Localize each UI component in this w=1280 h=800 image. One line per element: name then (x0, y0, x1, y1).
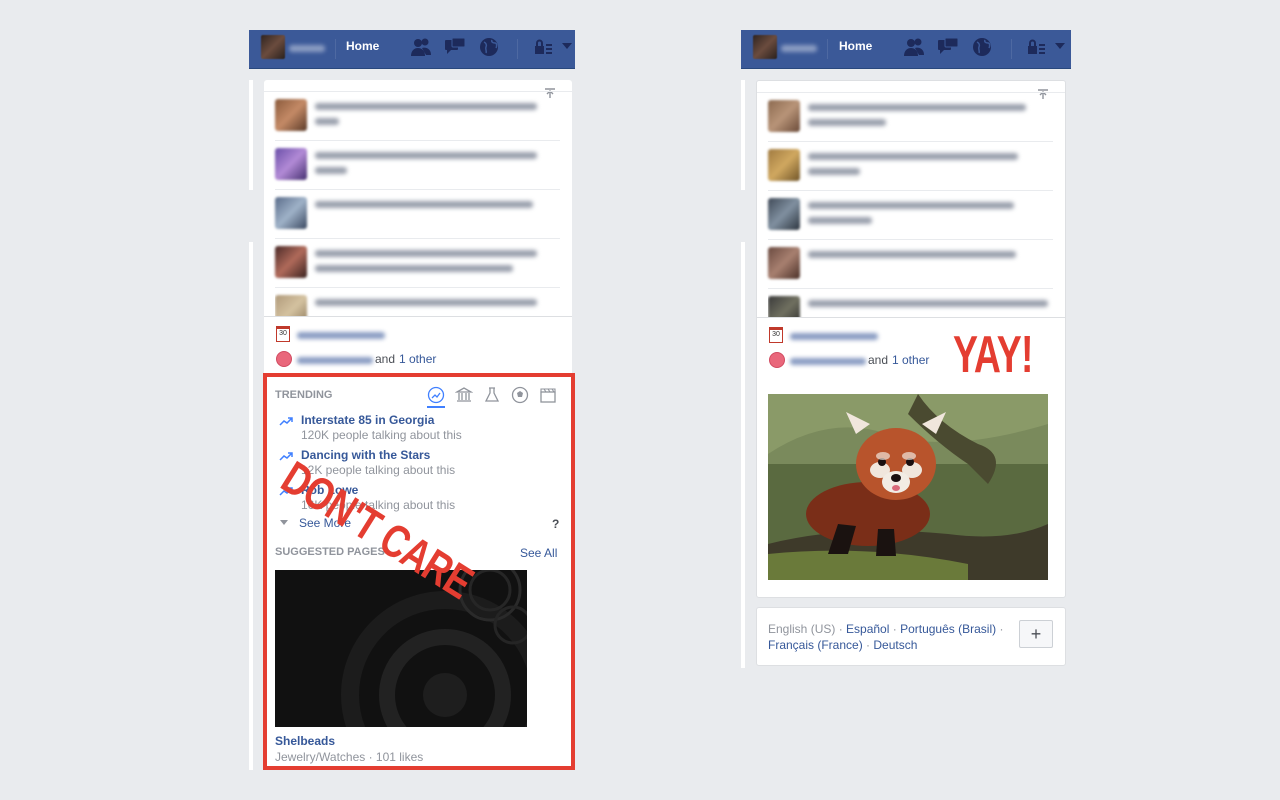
profile-avatar[interactable] (753, 35, 777, 59)
account-menu-caret-icon[interactable] (1055, 43, 1065, 49)
divider (1011, 39, 1012, 59)
left-panel: Home 30 and 1 other TRENDING Interstate … (249, 30, 575, 770)
language-separator: · (996, 622, 1004, 636)
left-column-edge (249, 242, 253, 770)
top-navigation-bar: Home (249, 30, 575, 69)
right-panel: Home 30 and 1 other YAY! English (US) · … (741, 30, 1071, 670)
language-separator: · (835, 622, 847, 636)
add-language-button[interactable]: + (1019, 620, 1053, 648)
ticker-row[interactable] (768, 94, 1053, 142)
ticker-row[interactable] (768, 143, 1053, 191)
birthday-link-blurred[interactable] (790, 358, 866, 365)
notifications-globe-icon[interactable] (478, 36, 500, 58)
notifications-globe-icon[interactable] (971, 36, 993, 58)
ticker-avatar (275, 197, 307, 229)
birthday-other-link[interactable]: 1 other (399, 352, 436, 366)
divider (335, 39, 336, 59)
language-card: English (US) · Español · Português (Bras… (756, 607, 1066, 666)
ticker-row[interactable] (275, 191, 560, 239)
ticker-row[interactable] (768, 192, 1053, 240)
current-language: English (US) (768, 622, 836, 636)
calendar-icon: 30 (769, 327, 783, 343)
birthday-link-blurred[interactable] (297, 357, 373, 364)
messages-icon[interactable] (444, 36, 466, 58)
ticker-avatar (768, 296, 800, 318)
birthday-gift-icon (276, 351, 292, 367)
profile-avatar[interactable] (261, 35, 285, 59)
privacy-shortcuts-icon[interactable] (1027, 36, 1049, 58)
language-link-francais[interactable]: Français (France) (768, 638, 863, 652)
ticker-row[interactable] (768, 241, 1053, 289)
language-list: English (US) · Español · Português (Bras… (768, 621, 1018, 653)
ticker-row[interactable] (275, 142, 560, 190)
event-link-blurred[interactable] (297, 332, 385, 339)
ticker-row[interactable] (275, 240, 560, 288)
left-column-edge (249, 80, 253, 190)
ticker-row[interactable] (275, 289, 560, 317)
ticker-avatar (768, 100, 800, 132)
divider (827, 39, 828, 59)
birthday-other-link[interactable]: 1 other (892, 353, 929, 367)
event-link-blurred[interactable] (790, 333, 878, 340)
profile-name-blurred[interactable] (289, 45, 325, 52)
privacy-shortcuts-icon[interactable] (534, 36, 556, 58)
ticker-avatar (275, 246, 307, 278)
ticker-avatar (275, 148, 307, 180)
birthday-and-text: and (868, 353, 889, 367)
left-column-edge (741, 80, 745, 190)
language-link-deutsch[interactable]: Deutsch (873, 638, 917, 652)
yay-stamp: YAY! (953, 326, 1033, 384)
ticker-row[interactable] (768, 290, 1053, 318)
top-navigation-bar: Home (741, 30, 1071, 69)
divider (517, 39, 518, 59)
ticker-avatar (768, 198, 800, 230)
language-separator: · (889, 622, 901, 636)
home-link[interactable]: Home (839, 39, 872, 53)
ticker-row[interactable] (275, 93, 560, 141)
red-panda-photo[interactable] (768, 394, 1048, 580)
language-link-portugues[interactable]: Português (Brasil) (900, 622, 996, 636)
messages-icon[interactable] (937, 36, 959, 58)
calendar-icon: 30 (276, 326, 290, 342)
profile-name-blurred[interactable] (781, 45, 817, 52)
ticker-avatar (275, 99, 307, 131)
ticker-avatar (768, 247, 800, 279)
language-separator: · (862, 638, 874, 652)
ticker-avatar (275, 295, 307, 317)
account-menu-caret-icon[interactable] (562, 43, 572, 49)
home-link[interactable]: Home (346, 39, 379, 53)
ticker-avatar (768, 149, 800, 181)
friends-icon[interactable] (410, 36, 432, 58)
left-column-edge (741, 242, 745, 668)
language-link-espanol[interactable]: Español (846, 622, 889, 636)
birthday-gift-icon (769, 352, 785, 368)
friends-icon[interactable] (903, 36, 925, 58)
birthday-and-text: and (375, 352, 396, 366)
